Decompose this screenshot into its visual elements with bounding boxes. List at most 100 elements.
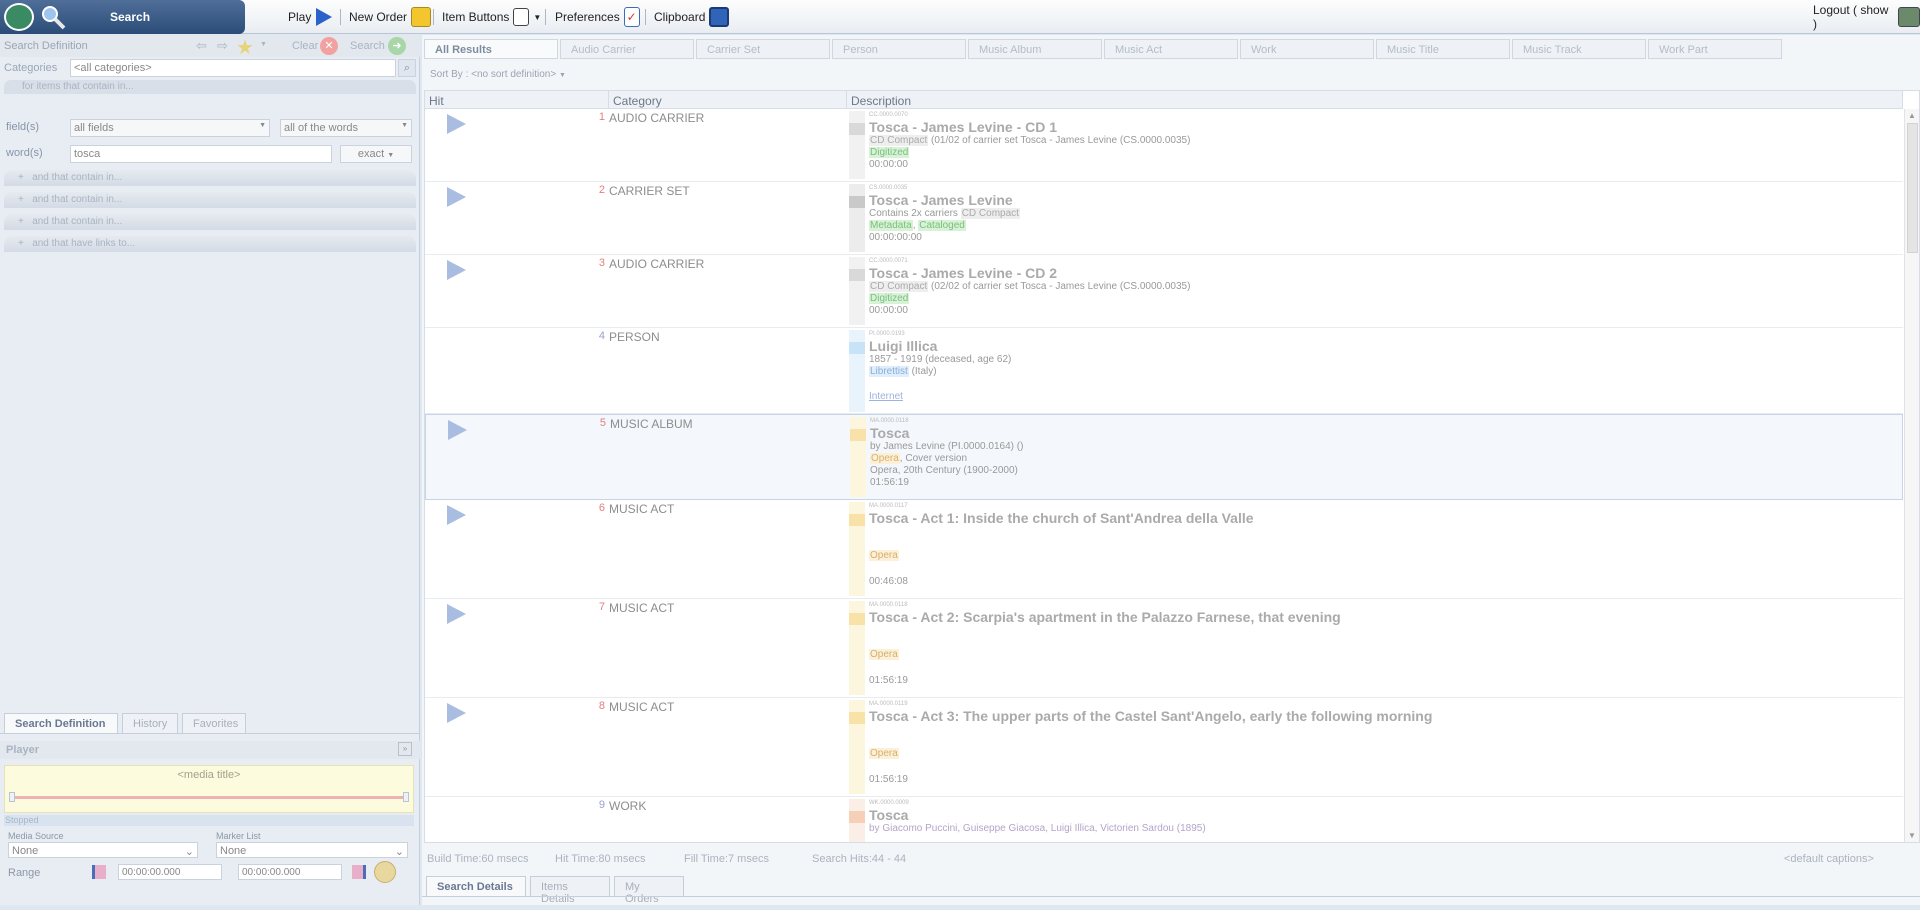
logout-button[interactable]: Logout ( show ) xyxy=(1813,3,1920,31)
collapse-icon[interactable]: » xyxy=(398,742,412,756)
progress-end-handle[interactable] xyxy=(403,792,409,802)
and-links-row[interactable]: + and that have links to... xyxy=(4,236,416,252)
tab-carrier-set[interactable]: Carrier Set xyxy=(696,39,830,59)
favorite-star-icon[interactable]: ★ xyxy=(236,35,254,60)
row-description: PI.0000.0193 Luigi Illica 1857 - 1919 (d… xyxy=(869,330,1869,403)
column-header-category[interactable]: Category xyxy=(609,91,847,109)
search-header-block[interactable]: Search xyxy=(0,0,245,34)
tab-work-part[interactable]: Work Part xyxy=(1648,39,1782,59)
tab-music-track[interactable]: Music Track xyxy=(1512,39,1646,59)
and-contain-row-1[interactable]: + and that contain in... xyxy=(4,170,416,186)
table-row[interactable]: 7 MUSIC ACT MA.0000.0118 Tosca - Act 2: … xyxy=(425,599,1903,698)
plus-icon: + xyxy=(18,172,24,183)
row-type-bar xyxy=(849,502,865,596)
marker-list-select[interactable]: None ⌄ xyxy=(216,842,408,858)
table-row[interactable]: 5 MUSIC ALBUM MA.0000.0118 Tosca by Jame… xyxy=(425,414,1903,500)
range-label: Range xyxy=(8,867,41,879)
left-panel: Search Definition ⇦ ⇨ ★ ▼ Clear ✕ Search… xyxy=(0,35,420,905)
tab-favorites[interactable]: Favorites xyxy=(182,713,246,733)
progress-start-handle[interactable] xyxy=(9,792,15,802)
clear-icon[interactable]: ✕ xyxy=(320,37,338,55)
new-order-button[interactable]: New Order xyxy=(349,7,432,27)
words-input[interactable]: tosca xyxy=(70,145,332,163)
fields-select-value: all fields xyxy=(74,122,114,134)
search-go-icon[interactable]: ➜ xyxy=(388,37,406,55)
column-header-description[interactable]: Description xyxy=(847,91,1903,109)
tab-work[interactable]: Work xyxy=(1240,39,1374,59)
words-mode-select[interactable]: all of the words ▼ xyxy=(280,119,412,137)
play-icon[interactable] xyxy=(445,259,467,281)
table-row[interactable]: 4 PERSON PI.0000.0193 Luigi Illica 1857 … xyxy=(425,328,1903,414)
search-button[interactable]: Search xyxy=(350,40,385,52)
range-start-input[interactable]: 00:00:00.000 xyxy=(118,864,222,880)
clipboard-button[interactable]: Clipboard xyxy=(654,7,730,27)
table-row[interactable]: 1 AUDIO CARRIER CC.0000.0070 Tosca - Jam… xyxy=(425,109,1903,182)
play-button[interactable]: Play xyxy=(288,8,333,26)
play-icon[interactable] xyxy=(445,504,467,526)
scrollbar-thumb[interactable] xyxy=(1907,123,1918,253)
captions-label[interactable]: <default captions> xyxy=(1784,853,1874,865)
internet-link[interactable]: Internet xyxy=(869,391,903,402)
fields-select[interactable]: all fields ▼ xyxy=(70,119,270,137)
row-title: Tosca - James Levine xyxy=(869,192,1013,208)
results-scrollbar[interactable]: ▲ ▼ xyxy=(1904,109,1919,842)
tab-history[interactable]: History xyxy=(122,713,178,733)
chevron-down-icon[interactable]: ▼ xyxy=(260,41,267,48)
row-category: MUSIC ACT xyxy=(609,502,675,516)
table-row[interactable]: 8 MUSIC ACT MA.0000.0119 Tosca - Act 3: … xyxy=(425,698,1903,797)
row-title: Tosca - Act 3: The upper parts of the Ca… xyxy=(869,708,1433,724)
tab-music-act[interactable]: Music Act xyxy=(1104,39,1238,59)
plus-icon: + xyxy=(18,194,24,205)
sort-by-select[interactable]: Sort By : <no sort definition> ▼ xyxy=(430,69,566,80)
range-start-icon[interactable] xyxy=(92,865,106,879)
row-type-bar xyxy=(850,417,866,497)
play-icon[interactable] xyxy=(445,603,467,625)
play-icon[interactable] xyxy=(446,419,468,441)
preferences-button[interactable]: Preferences ✓ xyxy=(555,7,640,27)
tab-search-definition[interactable]: Search Definition xyxy=(4,713,118,733)
table-row[interactable]: 2 CARRIER SET CS.0000.0035 Tosca - James… xyxy=(425,182,1903,255)
chevron-down-icon: ⌄ xyxy=(394,846,404,858)
play-icon[interactable] xyxy=(445,113,467,135)
play-icon[interactable] xyxy=(445,186,467,208)
table-row[interactable]: 3 AUDIO CARRIER CC.0000.0071 Tosca - Jam… xyxy=(425,255,1903,328)
clear-button[interactable]: Clear xyxy=(292,40,318,52)
column-header-hit[interactable]: Hit xyxy=(425,91,609,109)
tab-person[interactable]: Person xyxy=(832,39,966,59)
table-row[interactable]: 6 MUSIC ACT MA.0000.0117 Tosca - Act 1: … xyxy=(425,500,1903,599)
tab-search-details[interactable]: Search Details xyxy=(426,876,526,896)
item-buttons-button[interactable]: Item Buttons ▼ xyxy=(442,8,541,26)
back-arrow-icon[interactable]: ⇦ xyxy=(196,38,207,54)
forward-arrow-icon[interactable]: ⇨ xyxy=(217,38,228,54)
chevron-down-icon[interactable]: ▼ xyxy=(533,13,541,22)
range-end-input[interactable]: 00:00:00.000 xyxy=(238,864,342,880)
media-progress-track[interactable] xyxy=(13,796,407,799)
range-apply-icon[interactable] xyxy=(374,861,396,883)
tab-all-results[interactable]: All Results xyxy=(424,39,558,59)
checklist-icon: ✓ xyxy=(623,7,640,27)
row-title: Tosca - Act 2: Scarpia's apartment in th… xyxy=(869,609,1341,625)
tab-music-album[interactable]: Music Album xyxy=(968,39,1102,59)
toolbar-divider xyxy=(545,9,546,25)
and-contain-row-3[interactable]: + and that contain in... xyxy=(4,214,416,230)
words-label: word(s) xyxy=(6,147,43,159)
tab-items-details[interactable]: Items Details xyxy=(530,876,610,905)
categories-input[interactable]: <all categories> xyxy=(70,59,396,77)
scroll-down-icon[interactable]: ▼ xyxy=(1908,831,1916,840)
hit-number: 1 xyxy=(598,111,605,123)
tab-music-title[interactable]: Music Title xyxy=(1376,39,1510,59)
exact-select[interactable]: exact ▼ xyxy=(340,145,412,163)
categories-search-icon[interactable]: ⌕ xyxy=(398,59,416,77)
row-type-bar xyxy=(849,700,865,794)
scroll-up-icon[interactable]: ▲ xyxy=(1908,111,1916,120)
and-contain-row-2[interactable]: + and that contain in... xyxy=(4,192,416,208)
tab-my-orders[interactable]: My Orders xyxy=(614,876,684,905)
table-row[interactable]: 9 WORK WK.0000.0009 Tosca by Giacomo Puc… xyxy=(425,797,1903,842)
play-icon[interactable] xyxy=(445,702,467,724)
hit-number: 4 xyxy=(598,330,605,342)
tab-audio-carrier[interactable]: Audio Carrier xyxy=(560,39,694,59)
range-end-icon[interactable] xyxy=(352,865,366,879)
fields-label: field(s) xyxy=(6,121,40,133)
media-source-value: None xyxy=(12,845,39,857)
media-source-select[interactable]: None ⌄ xyxy=(8,842,198,858)
